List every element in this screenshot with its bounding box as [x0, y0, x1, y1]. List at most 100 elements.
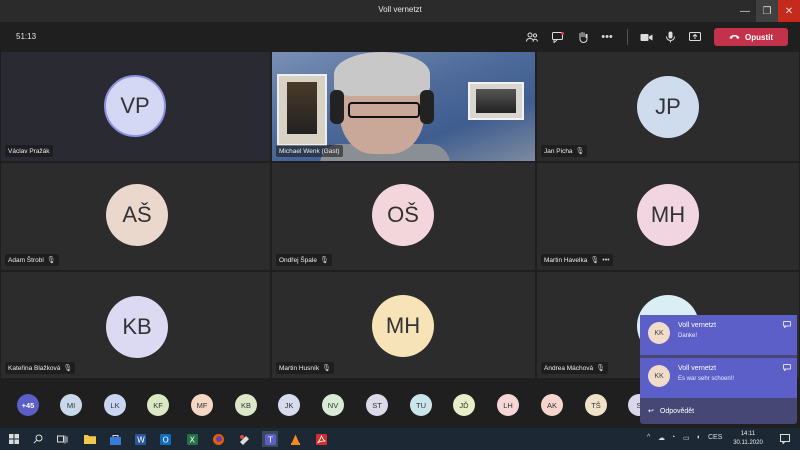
participant-name: Martin Husník 🎙: [276, 362, 334, 374]
sender-avatar: KK: [648, 322, 670, 344]
participant-tile[interactable]: MH Martin Havelka 🎙 •••: [537, 163, 799, 270]
person-hair: [334, 52, 430, 96]
participant-chip[interactable]: MF: [191, 394, 213, 416]
participant-chip[interactable]: JK: [278, 394, 300, 416]
more-icon[interactable]: •••: [597, 28, 617, 46]
participant-tile[interactable]: OŠ Ondřej Špale 🎙: [272, 163, 535, 270]
share-screen-icon[interactable]: [685, 28, 705, 46]
avatar: MH: [372, 295, 434, 357]
participant-tile[interactable]: JP Jan Picha 🎙: [537, 52, 799, 161]
chat-icon[interactable]: [548, 28, 568, 46]
raise-hand-icon[interactable]: [572, 28, 592, 46]
meeting-toolbar: 51:13 ••• Opustit: [0, 22, 800, 52]
participant-chip[interactable]: LK: [104, 394, 126, 416]
word-icon[interactable]: W: [132, 431, 148, 447]
avatar-initials: VP: [120, 93, 150, 118]
store-icon[interactable]: [107, 431, 123, 447]
firefox-icon[interactable]: [210, 431, 226, 447]
minimize-button[interactable]: —: [734, 0, 756, 22]
wall-picture: [277, 74, 327, 146]
reply-button[interactable]: ↩ Odpovědět: [640, 401, 797, 421]
excel-icon[interactable]: X: [184, 431, 200, 447]
participant-tile[interactable]: MH Martin Husník 🎙: [272, 272, 535, 378]
participant-chip[interactable]: TU: [410, 394, 432, 416]
chat-toast[interactable]: KK Voll vernetzt Es war sehr schoen!!: [640, 358, 797, 398]
participant-chip[interactable]: ST: [366, 394, 388, 416]
avatar-initials: MH: [385, 313, 421, 338]
svg-text:O: O: [162, 435, 168, 444]
chat-toast[interactable]: KK Voll vernetzt Danke!: [640, 315, 797, 355]
chevron-up-icon[interactable]: ^: [647, 434, 650, 441]
mic-off-icon: 🎙: [596, 365, 606, 372]
close-button[interactable]: ✕: [778, 0, 800, 22]
clock-time: 14:11: [740, 431, 756, 437]
participant-name: Martin Havelka 🎙 •••: [541, 254, 613, 266]
task-view-icon[interactable]: [54, 431, 70, 447]
name-text: Ondřej Špale: [279, 256, 317, 264]
video-tile[interactable]: Michael Wenk (Gast): [272, 52, 535, 161]
toast-message: Danke!: [678, 333, 698, 339]
avatar-initials: KB: [122, 314, 152, 339]
name-text: Jan Picha: [544, 147, 573, 155]
avatar-initials: AŠ: [122, 202, 152, 227]
teams-icon[interactable]: T: [262, 431, 278, 447]
file-explorer-icon[interactable]: [82, 431, 98, 447]
participant-chip[interactable]: MI: [60, 394, 82, 416]
wall-picture: [468, 82, 524, 120]
notification-center-icon[interactable]: [778, 432, 792, 446]
windows-taskbar: W O X T ^ ☁ ◔ ▭ ◖ CES 14:11 30.11.2020: [0, 428, 800, 450]
avatar: KB: [106, 296, 168, 358]
system-clock[interactable]: 14:11 30.11.2020: [730, 430, 766, 448]
avatar-initials: MH: [650, 202, 686, 227]
name-text: Martin Havelka: [544, 256, 588, 264]
participant-name: Andrea Máchová 🎙: [541, 362, 609, 374]
language-indicator[interactable]: CES: [708, 434, 722, 441]
participant-name: Jan Picha 🎙: [541, 145, 588, 157]
sender-avatar: KK: [648, 365, 670, 387]
participants-icon[interactable]: [522, 28, 542, 46]
participant-tile[interactable]: KB Kateřina Blažková 🎙: [1, 272, 270, 378]
name-text: Andrea Máchová: [544, 364, 594, 372]
headset-right: [420, 90, 434, 124]
participant-tile[interactable]: AŠ Adam Štrobl 🎙: [1, 163, 270, 270]
onedrive-icon[interactable]: ☁: [658, 434, 665, 442]
avatar: VP: [104, 75, 166, 137]
participant-chip[interactable]: AK: [541, 394, 563, 416]
phone-hangup-icon: [729, 33, 740, 42]
camera-icon[interactable]: [636, 28, 656, 46]
chat-bubble-icon: [783, 321, 791, 330]
picture-photo: [476, 89, 516, 113]
svg-text:X: X: [189, 435, 195, 444]
volume-icon[interactable]: ◖: [696, 434, 700, 441]
mic-icon[interactable]: [660, 28, 680, 46]
outlook-icon[interactable]: O: [157, 431, 173, 447]
participant-chip[interactable]: JĎ: [453, 394, 475, 416]
participant-name: Kateřina Blažková 🎙: [5, 362, 76, 374]
mic-off-icon: 🎙: [322, 365, 331, 372]
search-icon[interactable]: [30, 431, 46, 447]
participant-name: Václav Pražák: [5, 145, 53, 157]
name-text: Martin Husník: [279, 364, 320, 372]
participant-chip[interactable]: KB: [235, 394, 257, 416]
maximize-button[interactable]: ❐: [756, 0, 778, 22]
windows-start-icon[interactable]: [6, 431, 22, 447]
headset-left: [330, 90, 344, 124]
paint-icon[interactable]: [237, 431, 253, 447]
avatar: JP: [637, 76, 699, 138]
name-text: Kateřina Blažková: [8, 364, 61, 372]
acrobat-icon[interactable]: [313, 431, 329, 447]
wifi-icon[interactable]: ◔: [671, 434, 675, 441]
participant-tile[interactable]: VP Václav Pražák: [1, 52, 270, 161]
participant-chip[interactable]: NV: [322, 394, 344, 416]
window-title: Voll vernetzt: [378, 5, 422, 14]
overflow-participants-button[interactable]: +45: [17, 394, 39, 416]
participant-chip[interactable]: KF: [147, 394, 169, 416]
participant-chip[interactable]: TŠ: [585, 394, 607, 416]
leave-button[interactable]: Opustit: [714, 28, 788, 46]
battery-icon[interactable]: ▭: [683, 434, 690, 442]
participant-chip[interactable]: LH: [497, 394, 519, 416]
more-options-icon[interactable]: •••: [602, 257, 609, 264]
avatar: OŠ: [372, 184, 434, 246]
mic-off-icon: 🎙: [590, 257, 600, 264]
vlc-icon[interactable]: [287, 431, 303, 447]
